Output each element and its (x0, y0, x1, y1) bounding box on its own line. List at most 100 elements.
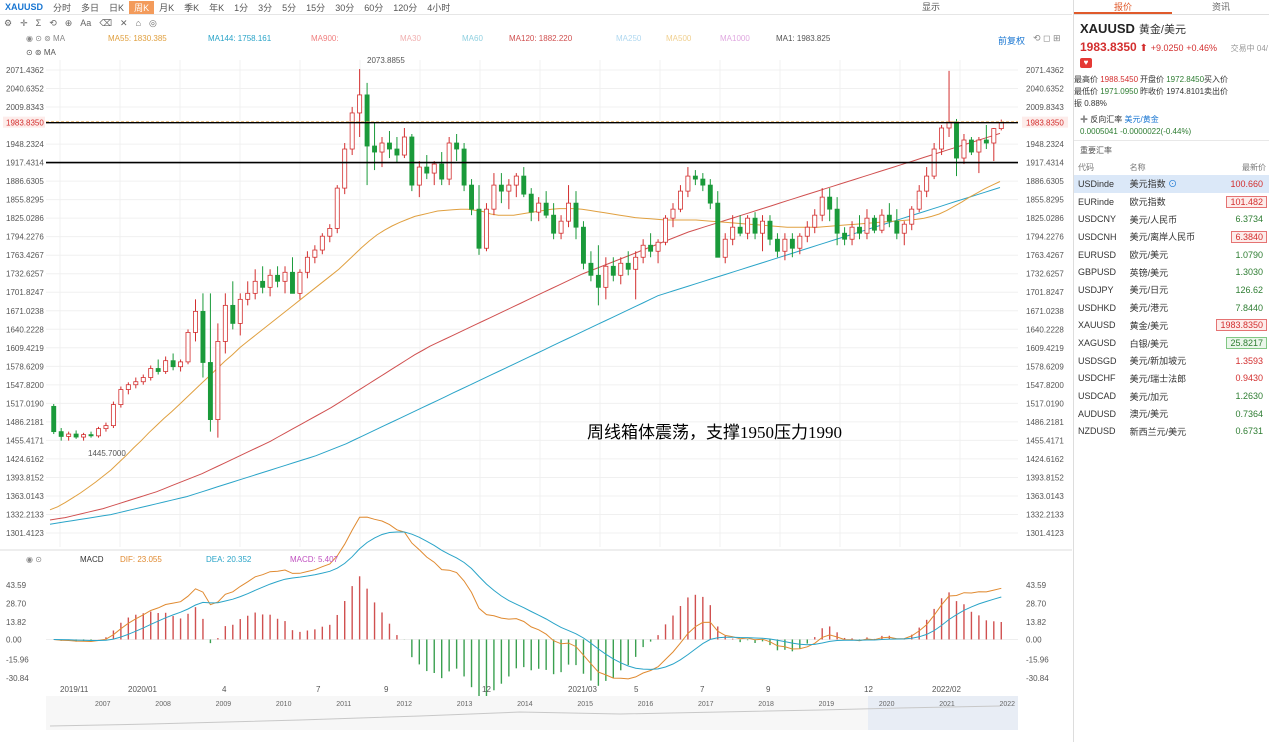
rate-row[interactable]: GBPUSD 英镑/美元 1.3030 (1074, 263, 1269, 281)
high-label: 2073.8855 (367, 56, 405, 65)
rate-price: 101.482 (1207, 193, 1269, 211)
price-label-right: 1547.8200 (1026, 381, 1064, 390)
rate-price: 1.2630 (1235, 391, 1263, 402)
candle-body (275, 274, 281, 282)
up-arrow-icon: ⬆ (1139, 43, 1148, 54)
price-label-left: 1332.2133 (6, 510, 44, 519)
price-label-right: 1825.0286 (1026, 214, 1064, 223)
candle-body (118, 389, 124, 405)
col-price: 最新价 (1242, 163, 1266, 172)
rate-row[interactable]: NZDUSD 新西兰元/美元 0.6731 (1074, 423, 1269, 441)
quote-price: 1983.8350 (1080, 40, 1137, 54)
price-label-left: 1486.2181 (6, 418, 44, 427)
rate-row[interactable]: EURUSD 欧元/美元 1.0790 (1074, 246, 1269, 264)
price-label-right: 1424.6162 (1026, 455, 1064, 464)
rate-code: XAGUSD (1078, 338, 1117, 349)
price-label-right: 1732.6257 (1026, 270, 1064, 279)
rate-name: 美元/加元 (1129, 391, 1169, 402)
candle-body (528, 193, 534, 213)
candle-body (886, 214, 892, 222)
candle-body (595, 274, 601, 288)
price-label-right: 1948.2324 (1026, 140, 1064, 149)
year-label: 2020 (879, 701, 895, 708)
rate-row[interactable]: USDSGD 美元/新加坡元 1.3593 (1074, 352, 1269, 370)
candle-body (573, 202, 579, 228)
price-label-left: 1517.0190 (6, 399, 44, 408)
target-icon[interactable]: ⊙ (1166, 179, 1177, 189)
rate-price: 6.3840 (1207, 228, 1269, 246)
rate-row[interactable]: XAUUSD 黄金/美元 1983.8350 (1074, 317, 1269, 335)
price-label-right: 1917.4314 (1026, 159, 1064, 168)
rate-code: NZDUSD (1078, 426, 1116, 437)
candle-body (140, 377, 146, 383)
rates-table: 代码 名称 最新价 USDinde 美元指数 ⊙ 100.660 EURinde 欧元指… (1074, 160, 1269, 440)
candle-body (521, 175, 527, 195)
rate-row[interactable]: USDHKD 美元/港元 7.8440 (1074, 299, 1269, 317)
candle-body (327, 227, 333, 237)
candle-body (424, 166, 430, 174)
price-chart[interactable]: 2073.8855 1445.7000 2071.4362 2071.4362 204… (0, 0, 1072, 742)
rate-price: 7.8440 (1235, 302, 1263, 313)
year-label: 2015 (577, 701, 593, 708)
candle-body (536, 202, 542, 213)
candle-body (663, 217, 668, 243)
candle-body (670, 208, 676, 219)
candle-body (200, 310, 206, 363)
candle-body (155, 368, 161, 372)
rate-row[interactable]: USDCAD 美元/加元 1.2630 (1074, 387, 1269, 405)
candle-body (476, 208, 482, 249)
rate-row[interactable]: USDJPY 美元/日元 126.62 (1074, 281, 1269, 299)
candle-body (170, 360, 176, 368)
rate-row[interactable]: USDinde 美元指数 ⊙ 100.660 (1074, 175, 1269, 193)
rate-row[interactable]: USDCNH 美元/离岸人民币 6.3840 (1074, 228, 1269, 246)
candle-body (245, 292, 251, 300)
rate-name: 欧元/美元 (1129, 250, 1169, 261)
macd-label-left: 0.00 (6, 635, 22, 644)
candle-body (215, 341, 221, 421)
col-code: 代码 (1078, 163, 1094, 172)
favorite-icon[interactable]: ♥ (1080, 58, 1092, 68)
price-label-left: 2040.6352 (6, 85, 44, 94)
stat-item: 昨收价 1974.8101 (1140, 87, 1205, 96)
candle-body (81, 434, 87, 438)
candle-body (581, 226, 586, 264)
candle-body (797, 235, 803, 249)
time-label: 9 (766, 685, 771, 694)
rate-name: 英镑/美元 (1129, 267, 1169, 278)
candle-body (767, 220, 773, 240)
candle-body (633, 256, 639, 270)
rate-name: 黄金/美元 (1129, 320, 1169, 331)
tab-news[interactable]: 资讯 (1172, 0, 1269, 14)
year-label: 2007 (95, 701, 111, 708)
price-label-right: 1886.6305 (1026, 177, 1064, 186)
time-label: 4 (222, 685, 227, 694)
rate-row[interactable]: XAGUSD 白银/美元 25.8217 (1074, 334, 1269, 352)
candle-body (372, 145, 378, 153)
rate-row[interactable]: EURinde 欧元指数 101.482 (1074, 193, 1269, 211)
price-label-right: 2040.6352 (1026, 85, 1064, 94)
year-label: 2009 (216, 701, 232, 708)
candle-body (364, 94, 370, 147)
candle-body (394, 148, 400, 156)
candle-body (916, 190, 922, 210)
macd-value-label: MACD: 5.407 (290, 555, 339, 564)
support-resistance-lines: 2073.8855 1445.7000 (46, 56, 1018, 458)
price-label-left: 2009.8343 (6, 103, 44, 112)
dif-line (53, 516, 1002, 680)
candle-body (349, 112, 355, 150)
price-label-right: 1701.8247 (1026, 288, 1064, 297)
candle-body (961, 139, 967, 159)
price-label-right: 1578.6209 (1026, 362, 1064, 371)
candle-body (439, 163, 445, 180)
candle-body (983, 139, 989, 144)
rate-row[interactable]: AUDUSD 澳元/美元 0.7364 (1074, 405, 1269, 423)
macd-label-left: -30.84 (6, 674, 29, 683)
candle-body (193, 310, 198, 333)
rate-row[interactable]: USDCNY 美元/人民币 6.3734 (1074, 210, 1269, 228)
candle-body (558, 220, 564, 234)
macd-settings-icon[interactable]: ◉ ⊙ (26, 555, 42, 564)
candle-body (461, 148, 467, 186)
rate-row[interactable]: USDCHF 美元/瑞士法郎 0.9430 (1074, 370, 1269, 388)
macd-dif-label: DIF: 23.055 (120, 555, 162, 564)
tab-quote[interactable]: 报价 (1074, 0, 1172, 14)
